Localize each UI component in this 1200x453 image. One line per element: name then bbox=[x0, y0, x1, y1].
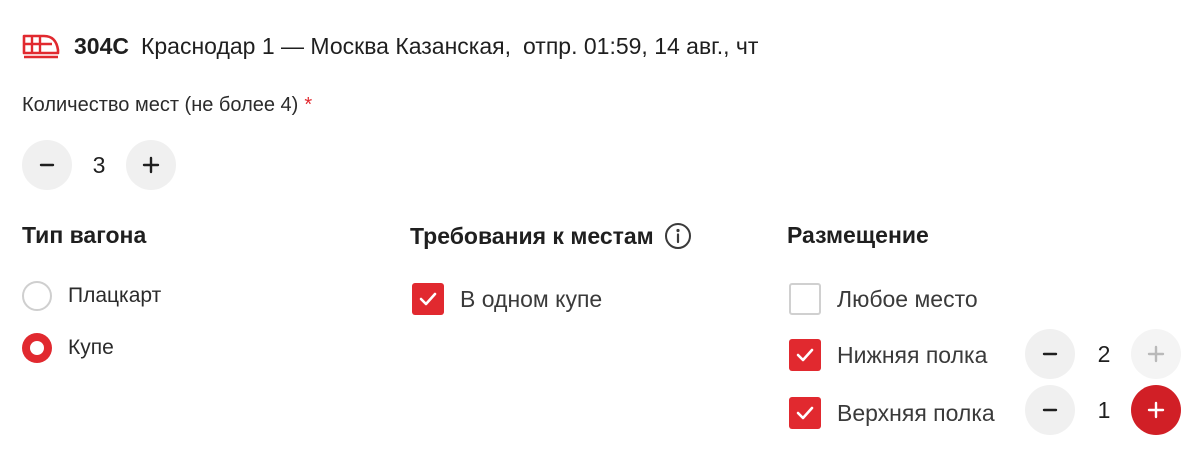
placement-label: Любое место bbox=[837, 285, 978, 312]
checkbox-checked[interactable] bbox=[789, 397, 821, 429]
lower-berth-increment-button[interactable] bbox=[1131, 329, 1181, 379]
check-icon bbox=[796, 348, 814, 362]
seats-decrement-button[interactable] bbox=[22, 140, 72, 190]
minus-icon bbox=[1042, 352, 1058, 356]
lower-berth-decrement-button[interactable] bbox=[1025, 329, 1075, 379]
required-mark: * bbox=[304, 94, 313, 116]
train-route: Краснодар 1 — Москва Казанская, bbox=[140, 32, 512, 59]
checkbox-checked[interactable] bbox=[789, 339, 821, 371]
car-type-title: Тип вагона bbox=[22, 222, 146, 249]
requirements-title: Требования к местам bbox=[410, 222, 692, 250]
info-icon[interactable] bbox=[664, 222, 692, 250]
upper-berth-count: 1 bbox=[1097, 397, 1111, 423]
placement-any-seat[interactable]: Любое место bbox=[789, 283, 978, 315]
train-header: 304С Краснодар 1 — Москва Казанская, отп… bbox=[22, 28, 758, 64]
car-type-option-platskart[interactable]: Плацкарт bbox=[22, 281, 161, 311]
plus-icon bbox=[142, 156, 160, 174]
car-type-option-label: Купе bbox=[68, 336, 114, 359]
upper-berth-decrement-button[interactable] bbox=[1025, 385, 1075, 435]
placement-label: Верхняя полка bbox=[837, 399, 995, 426]
requirement-same-compartment[interactable]: В одном купе bbox=[412, 283, 602, 315]
placement-title: Размещение bbox=[787, 222, 929, 249]
seats-count-label-text: Количество мест (не более 4) bbox=[22, 94, 299, 116]
upper-berth-increment-button[interactable] bbox=[1131, 385, 1181, 435]
seats-count-value: 3 bbox=[92, 152, 106, 178]
placement-label: Нижняя полка bbox=[837, 341, 988, 368]
seats-count-label: Количество мест (не более 4) * bbox=[22, 94, 312, 117]
checkbox-checked[interactable] bbox=[412, 283, 444, 315]
car-type-option-label: Плацкарт bbox=[68, 284, 162, 307]
train-departure: отпр. 01:59, 14 авг., чт bbox=[523, 32, 759, 59]
radio-checked[interactable] bbox=[22, 333, 52, 363]
requirements-title-text: Требования к местам bbox=[410, 222, 654, 249]
plus-icon bbox=[1147, 401, 1165, 419]
plus-icon bbox=[1147, 345, 1165, 363]
lower-berth-count: 2 bbox=[1097, 341, 1111, 367]
requirement-label: В одном купе bbox=[460, 285, 603, 312]
check-icon bbox=[796, 406, 814, 420]
seats-increment-button[interactable] bbox=[126, 140, 176, 190]
train-icon bbox=[22, 33, 60, 59]
checkbox-unchecked[interactable] bbox=[789, 283, 821, 315]
minus-icon bbox=[39, 163, 55, 167]
placement-title-text: Размещение bbox=[787, 222, 929, 248]
car-type-title-text: Тип вагона bbox=[22, 222, 147, 248]
placement-upper-berth[interactable]: Верхняя полка bbox=[789, 397, 995, 429]
placement-lower-berth[interactable]: Нижняя полка bbox=[789, 339, 987, 371]
check-icon bbox=[419, 292, 437, 306]
car-type-option-kupe[interactable]: Купе bbox=[22, 333, 114, 363]
radio-unchecked[interactable] bbox=[22, 281, 52, 311]
train-number: 304С bbox=[74, 32, 129, 59]
minus-icon bbox=[1042, 408, 1058, 412]
